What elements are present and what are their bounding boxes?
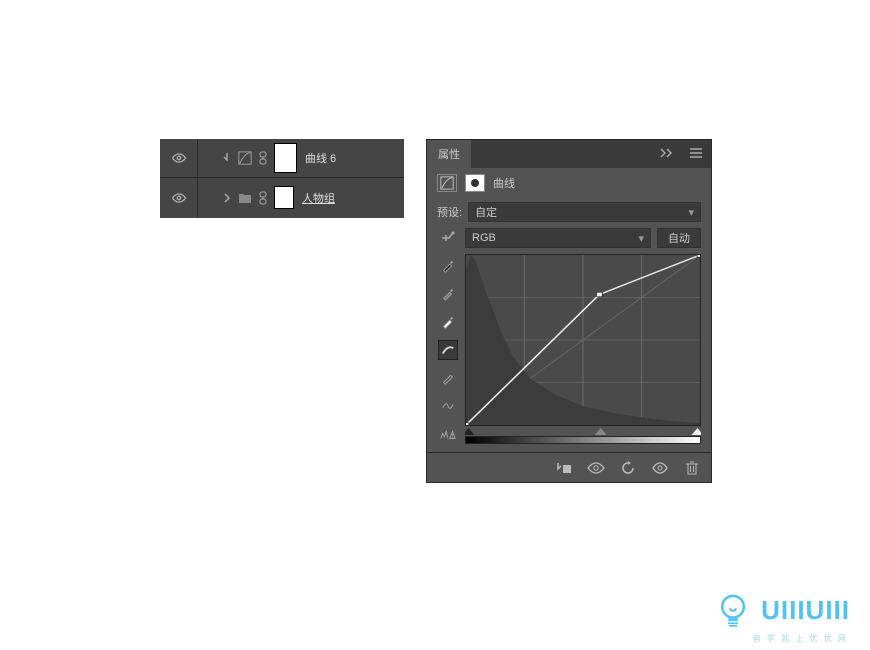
layer-mask-thumb[interactable] (274, 143, 297, 173)
eye-icon (172, 151, 186, 165)
link-icon (256, 191, 270, 205)
expand-chevron-icon[interactable] (220, 191, 234, 205)
trash-icon[interactable] (683, 459, 701, 477)
bulb-icon (713, 590, 753, 630)
smooth-curve-icon[interactable] (438, 396, 458, 416)
curve-tools (437, 254, 459, 444)
properties-header: 属性 (427, 140, 711, 168)
gradient-ramp (465, 436, 701, 444)
layer-name[interactable]: 人物组 (302, 190, 335, 206)
channel-select[interactable]: RGB ▾ (465, 228, 651, 248)
visibility-toggle[interactable] (160, 178, 198, 217)
channel-row: RGB ▾ 自动 (427, 228, 711, 254)
visibility-toggle[interactable] (160, 139, 198, 177)
layer-content: 人物组 (198, 186, 404, 209)
reset-icon[interactable] (619, 459, 637, 477)
properties-panel: 属性 曲线 预设: 自定 ▾ RGB ▾ 自动 (426, 139, 712, 483)
collapse-icon[interactable] (651, 148, 681, 161)
white-point-eyedropper-icon[interactable] (438, 312, 458, 332)
panel-menu-icon[interactable] (681, 147, 711, 162)
pencil-tool-icon[interactable] (438, 368, 458, 388)
clip-to-layer-icon[interactable] (555, 459, 573, 477)
layer-content: 曲线 6 (198, 143, 404, 173)
curves-adjustment-icon (238, 151, 252, 165)
chevron-down-icon: ▾ (688, 206, 694, 219)
preset-select[interactable]: 自定 ▾ (468, 202, 701, 222)
watermark: UIIIUIII (713, 590, 850, 630)
clip-warning-icon[interactable] (438, 424, 458, 444)
layer-row-curves[interactable]: 曲线 6 (160, 139, 404, 178)
chevron-down-icon: ▾ (638, 232, 644, 245)
input-slider[interactable] (465, 426, 701, 436)
preset-value: 自定 (475, 204, 497, 220)
watermark-brand: UIIIUIII (761, 595, 850, 626)
properties-footer (427, 452, 711, 482)
watermark-subtitle: 自 学 就 上 优 优 网 (753, 633, 848, 644)
mask-indicator-icon[interactable] (465, 174, 485, 192)
toggle-visibility-icon[interactable] (651, 459, 669, 477)
curve-editor-area (427, 254, 711, 452)
eye-icon (172, 191, 186, 205)
auto-button[interactable]: 自动 (657, 228, 701, 248)
link-icon (256, 151, 270, 165)
channel-value: RGB (472, 232, 496, 244)
targeted-adjust-icon[interactable] (437, 229, 459, 247)
properties-tab[interactable]: 属性 (427, 140, 471, 168)
curve-graph[interactable] (465, 254, 701, 426)
adjustment-type-row: 曲线 (427, 168, 711, 198)
preset-label: 预设: (437, 204, 462, 220)
clip-indicator-icon (220, 151, 234, 165)
layer-name[interactable]: 曲线 6 (305, 150, 336, 166)
layers-panel: 曲线 6 人物组 (160, 139, 404, 218)
layer-mask-thumb[interactable] (274, 186, 294, 209)
view-previous-icon[interactable] (587, 459, 605, 477)
preset-row: 预设: 自定 ▾ (427, 198, 711, 228)
folder-icon (238, 191, 252, 205)
adjustment-name: 曲线 (493, 175, 515, 191)
layer-row-group[interactable]: 人物组 (160, 178, 404, 217)
curves-type-icon (437, 174, 457, 192)
curve-point-tool-icon[interactable] (438, 340, 458, 360)
gray-point-eyedropper-icon[interactable] (438, 284, 458, 304)
black-point-eyedropper-icon[interactable] (438, 256, 458, 276)
